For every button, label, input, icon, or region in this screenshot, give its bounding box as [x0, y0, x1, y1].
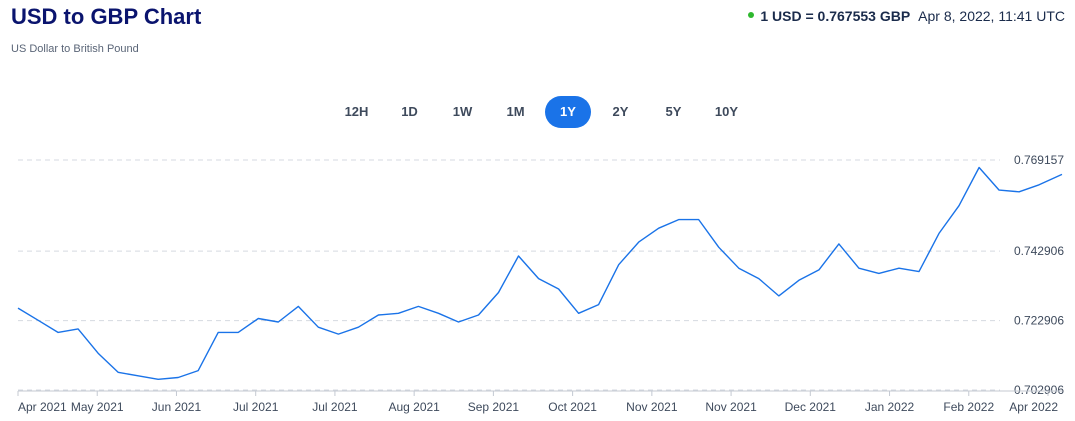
x-tick-label: Sep 2021 — [468, 400, 520, 414]
range-button-1d[interactable]: 1D — [383, 96, 436, 128]
range-button-10y[interactable]: 10Y — [700, 96, 753, 128]
current-rate: 1 USD = 0.767553 GBP Apr 8, 2022, 11:41 U… — [748, 8, 1065, 24]
range-button-1y[interactable]: 1Y — [545, 96, 591, 128]
rate-timestamp: Apr 8, 2022, 11:41 UTC — [918, 8, 1065, 24]
x-tick-label: Nov 2021 — [626, 400, 678, 414]
series-line — [17, 166, 1063, 381]
range-button-12h[interactable]: 12H — [330, 96, 383, 128]
x-tick-label: Jul 2021 — [312, 400, 358, 414]
range-button-5y[interactable]: 5Y — [647, 96, 700, 128]
rate-value: 1 USD = 0.767553 GBP — [760, 8, 911, 24]
page-title: USD to GBP Chart — [11, 4, 202, 29]
x-tick-label: Jan 2022 — [865, 400, 915, 414]
range-button-2y[interactable]: 2Y — [594, 96, 647, 128]
x-tick-label: May 2021 — [71, 400, 124, 414]
x-tick-label: Dec 2021 — [785, 400, 837, 414]
range-button-1m[interactable]: 1M — [489, 96, 542, 128]
range-button-1w[interactable]: 1W — [436, 96, 489, 128]
x-tick-label: Oct 2021 — [548, 400, 597, 414]
x-tick-label: Aug 2021 — [388, 400, 440, 414]
x-tick-label: Nov 2021 — [705, 400, 757, 414]
line-chart: 0.769157 0.742906 0.722906 0.702906 Apr 2021… — [17, 153, 1064, 414]
y-tick-label: 0.769157 — [1014, 153, 1064, 167]
x-tick-label: Apr 2021 — [18, 400, 67, 414]
x-tick-label: Apr 2022 — [1009, 400, 1058, 414]
y-tick-label: 0.702906 — [1014, 383, 1064, 397]
y-tick-label: 0.742906 — [1014, 244, 1064, 258]
x-tick-label: Jul 2021 — [233, 400, 279, 414]
live-status-dot — [748, 12, 755, 19]
x-tick-label: Feb 2022 — [943, 400, 994, 414]
x-tick-label: Jun 2021 — [152, 400, 202, 414]
y-tick-label: 0.722906 — [1014, 314, 1064, 328]
time-range-selector: 12H 1D 1W 1M 1Y 2Y 5Y 10Y — [330, 96, 753, 128]
page-subtitle: US Dollar to British Pound — [11, 43, 139, 55]
